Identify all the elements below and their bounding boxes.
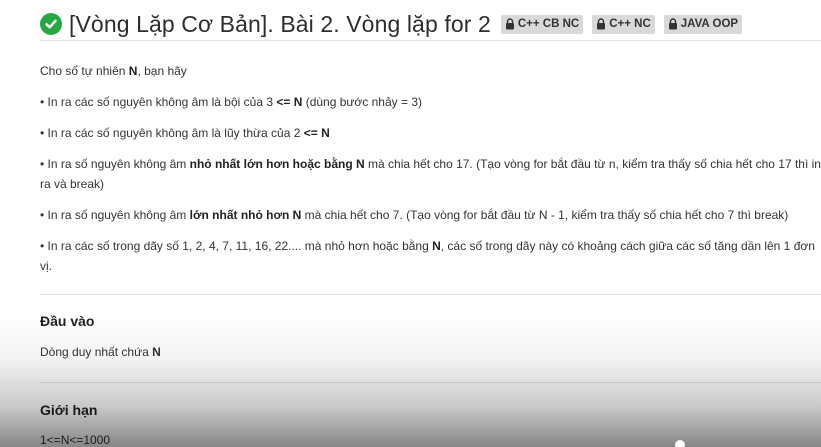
tag-label: C++ CB NC	[517, 18, 580, 30]
tag-label: C++ NC	[609, 18, 651, 30]
body-text: • In ra các số nguyên không âm là bội củ…	[40, 95, 277, 109]
tag-cpp-cb-nc[interactable]: C++ CB NC	[500, 14, 584, 34]
lock-icon	[505, 18, 514, 30]
body-text: • In ra các số trong dãy số 1, 2, 4, 7, …	[40, 239, 433, 253]
section-divider	[40, 382, 821, 383]
body-text: mà chia hết cho 7. (Tạo vòng for bắt đầu…	[301, 208, 789, 222]
input-heading: Đầu vào	[40, 313, 95, 329]
input-description: Dòng duy nhất chứa N	[40, 345, 161, 359]
problem-bullet: • In ra số nguyên không âm nhỏ nhất lớn …	[40, 154, 821, 194]
body-text: • In ra các số nguyên không âm là lũy th…	[40, 126, 304, 140]
input-variable: N	[152, 345, 161, 359]
emphasis-text: nhỏ nhất lớn hơn hoặc bằng N	[189, 157, 365, 171]
tag-cpp-nc[interactable]: C++ NC	[592, 14, 655, 34]
problem-bullet: • In ra các số nguyên không âm là lũy th…	[40, 123, 821, 143]
problem-intro: Cho số tự nhiên N, bạn hãy	[40, 61, 821, 81]
header-divider	[40, 40, 821, 41]
problem-bullet: • In ra các số nguyên không âm là bội củ…	[40, 92, 821, 112]
emphasis-text: lớn nhất nhỏ hơn N	[189, 208, 302, 222]
lock-icon	[668, 18, 677, 30]
limit-heading: Giới hạn	[40, 402, 98, 418]
emphasis-text: N	[432, 239, 441, 253]
input-text: Dòng duy nhất chứa	[40, 345, 153, 359]
problem-header: [Vòng Lặp Cơ Bản]. Bài 2. Vòng lặp for 2…	[40, 6, 821, 42]
body-text: • In ra số nguyên không âm	[40, 157, 190, 171]
body-text: Cho số tự nhiên	[40, 64, 129, 78]
bottom-shadow-overlay	[0, 315, 821, 447]
body-text: (dùng bước nhảy = 3)	[302, 95, 422, 109]
problem-bullet: • In ra số nguyên không âm lớn nhất nhỏ …	[40, 205, 821, 225]
problem-bullet: • In ra các số trong dãy số 1, 2, 4, 7, …	[40, 236, 821, 276]
page-title: [Vòng Lặp Cơ Bản]. Bài 2. Vòng lặp for 2	[69, 10, 491, 37]
check-circle-icon	[40, 13, 62, 35]
cursor-dot	[675, 440, 685, 447]
lock-icon	[597, 18, 606, 30]
problem-page: [Vòng Lặp Cơ Bản]. Bài 2. Vòng lặp for 2…	[0, 0, 821, 447]
tag-label: JAVA OOP	[680, 18, 739, 30]
body-text: • In ra số nguyên không âm	[40, 208, 190, 222]
limit-text: 1<=N<=1000	[40, 433, 111, 447]
problem-statement: Cho số tự nhiên N, bạn hãy • In ra các s…	[40, 58, 821, 276]
emphasis-text: <= N	[276, 95, 303, 109]
emphasis-text: <= N	[303, 126, 330, 140]
section-divider	[40, 294, 821, 295]
body-text: , bạn hãy	[137, 64, 187, 78]
tag-java-oop[interactable]: JAVA OOP	[663, 14, 743, 34]
